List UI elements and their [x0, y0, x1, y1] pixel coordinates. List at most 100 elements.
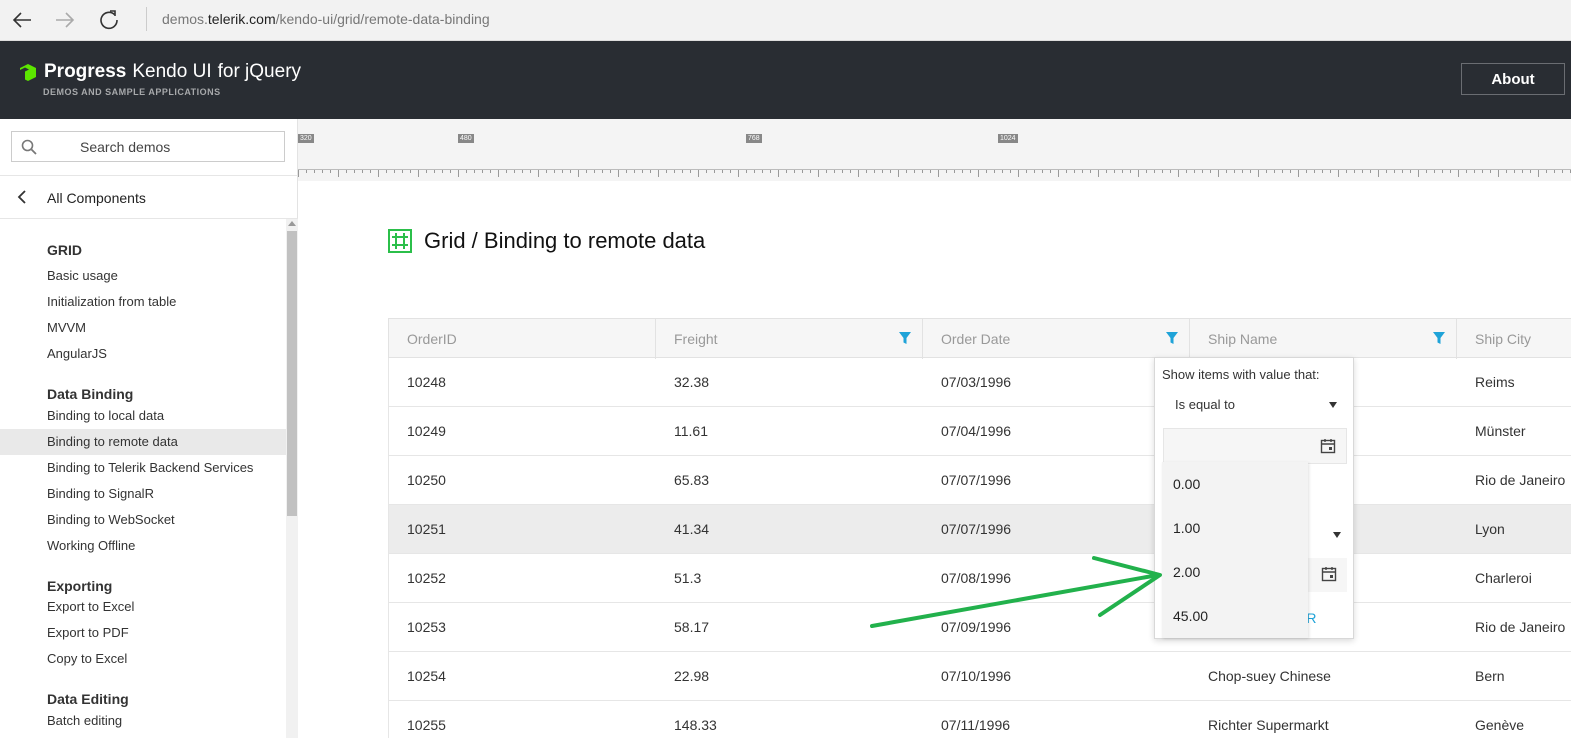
cell-orderid: 10251 [407, 521, 446, 537]
grid-icon [388, 229, 412, 253]
filter-icon[interactable] [1165, 331, 1179, 345]
section-title-exporting: Exporting [47, 578, 113, 594]
sidebar-scrollbar[interactable] [286, 219, 298, 738]
chevron-left-icon [17, 190, 26, 204]
dropdown-option[interactable]: 0.00 [1162, 462, 1308, 506]
column-label-ship-name: Ship Name [1208, 331, 1278, 347]
cell-freight: 22.98 [674, 668, 710, 684]
column-header-ship-city[interactable]: Ship City [1457, 319, 1571, 359]
address-separator [146, 7, 147, 31]
table-row[interactable]: 1024832.3807/03/1996erReims [388, 358, 1571, 407]
back-arrow-icon[interactable] [7, 6, 37, 34]
sidebar-item-binding-websocket[interactable]: Binding to WebSocket [0, 507, 286, 533]
cell-order-date: 07/04/1996 [941, 423, 1012, 439]
sidebar-item-angularjs[interactable]: AngularJS [0, 341, 286, 367]
chevron-down-icon[interactable] [1333, 532, 1341, 538]
filter-operator-select[interactable]: Is equal to [1163, 390, 1347, 420]
refresh-icon[interactable] [94, 6, 124, 34]
all-components-link[interactable]: All Components [0, 175, 298, 219]
cell-ship-city: Rio de Janeiro [1475, 619, 1566, 635]
product-suffix: for jQuery [217, 61, 302, 82]
ruler-label-768[interactable]: 768 [746, 134, 762, 143]
column-label-ship-city: Ship City [1475, 331, 1532, 347]
table-row[interactable]: 10250 65.83 07/07/1996 Rio de Janeiro [388, 456, 1571, 505]
cell-order-date: 07/11/1996 [941, 717, 1011, 733]
column-header-orderid[interactable]: OrderID [389, 319, 656, 359]
grid-header: OrderID Freight Order Date Ship Name Shi… [388, 318, 1571, 359]
section-title-grid: GRID [47, 242, 82, 258]
table-row[interactable]: 10253 58.17 07/09/1996 Rio de Janeiro [388, 603, 1571, 652]
url-text[interactable]: demos.telerik.com/kendo-ui/grid/remote-d… [162, 11, 490, 27]
sidebar-item-binding-signalr[interactable]: Binding to SignalR [0, 481, 286, 507]
sidebar-item-basic-usage[interactable]: Basic usage [0, 263, 286, 289]
url-domain: telerik.com [207, 11, 276, 27]
cell-orderid: 10255 [407, 717, 446, 733]
sidebar-item-binding-backend[interactable]: Binding to Telerik Backend Services [0, 455, 286, 481]
filter-value-input[interactable] [1163, 428, 1347, 464]
value-dropdown-list: 0.00 1.00 2.00 45.00 [1162, 462, 1308, 638]
cell-orderid: 10252 [407, 570, 446, 586]
cell-freight: 51.3 [674, 570, 702, 586]
cell-ship-city: Rio de Janeiro [1475, 472, 1566, 488]
scroll-thumb[interactable] [287, 231, 297, 516]
filter-icon[interactable] [898, 331, 912, 345]
filter-icon[interactable] [1432, 331, 1446, 345]
sidebar-item-copy-excel[interactable]: Copy to Excel [0, 646, 286, 672]
sidebar-item-working-offline[interactable]: Working Offline [0, 533, 286, 559]
table-row[interactable]: 10255 148.33 07/11/1996 Richter Supermarkt G… [388, 701, 1571, 738]
search-icon [21, 139, 37, 155]
table-row[interactable]: 10251 41.34 07/07/1996 Lyon [388, 505, 1571, 554]
table-row[interactable]: 10249 11.61 07/04/1996 Münster [388, 407, 1571, 456]
column-header-ship-name[interactable]: Ship Name [1190, 319, 1457, 359]
cell-order-date: 07/09/1996 [941, 619, 1012, 635]
section-title-data-editing: Data Editing [47, 691, 129, 707]
cell-orderid: 10254 [407, 668, 446, 684]
sidebar-item-initialization-from-table[interactable]: Initialization from table [0, 289, 286, 315]
product-name: Kendo UI [132, 61, 212, 82]
sidebar-item-mvvm[interactable]: MVVM [0, 315, 286, 341]
site-header: Progress Kendo UI for jQuery DEMOS AND SA… [0, 41, 1571, 119]
filter-message: Show items with value that: [1162, 367, 1320, 382]
cell-ship-city: Bern [1475, 668, 1505, 684]
cell-orderid: 10253 [407, 619, 446, 635]
dropdown-option[interactable]: 45.00 [1162, 594, 1308, 638]
sidebar-item-export-excel[interactable]: Export to Excel [0, 594, 286, 620]
tagline: DEMOS AND SAMPLE APPLICATIONS [43, 87, 221, 97]
about-button[interactable]: About [1461, 63, 1565, 95]
all-components-label: All Components [47, 190, 146, 206]
dropdown-option[interactable]: 1.00 [1162, 506, 1308, 550]
sidebar-item-binding-local[interactable]: Binding to local data [0, 403, 286, 429]
url-path: /kendo-ui/grid/remote-data-binding [275, 11, 490, 27]
url-prefix: demos. [162, 11, 208, 27]
cell-orderid: 10249 [407, 423, 446, 439]
cell-ship-name: Richter Supermarkt [1208, 717, 1329, 733]
calendar-icon[interactable] [1321, 566, 1337, 582]
search-input[interactable]: Search demos [11, 131, 285, 162]
table-row[interactable]: 10252 51.3 07/08/1996 Charleroi [388, 554, 1571, 603]
ruler-label-480[interactable]: 480 [458, 134, 474, 143]
page-title-text: Grid / Binding to remote data [424, 228, 706, 253]
cell-order-date: 07/08/1996 [941, 570, 1012, 586]
sidebar-item-binding-remote[interactable]: Binding to remote data [0, 429, 286, 455]
table-row[interactable]: 10254 22.98 07/10/1996 Chop-suey Chinese Ber… [388, 652, 1571, 701]
kendo-logo[interactable]: Progress Kendo UI for jQuery DEMOS AND SA… [18, 61, 302, 97]
column-header-freight[interactable]: Freight [656, 319, 923, 359]
main-content: 320 480 768 1024 Grid / Binding to remot… [298, 119, 1571, 738]
cell-orderid: 10248 [407, 374, 446, 390]
sidebar-item-export-pdf[interactable]: Export to PDF [0, 620, 286, 646]
page-title: Grid / Binding to remote data [388, 228, 705, 254]
ruler-label-320[interactable]: 320 [298, 134, 314, 143]
sidebar-item-batch-editing[interactable]: Batch editing [0, 708, 286, 734]
cell-ship-city: Genève [1475, 717, 1525, 733]
cell-freight: 32.38 [674, 374, 710, 390]
scroll-up-icon[interactable] [288, 221, 296, 226]
calendar-icon[interactable] [1320, 438, 1336, 454]
column-header-order-date[interactable]: Order Date [923, 319, 1190, 359]
forward-arrow-icon[interactable] [50, 6, 80, 34]
ruler-label-1024[interactable]: 1024 [998, 134, 1018, 143]
dropdown-option[interactable]: 2.00 [1162, 550, 1308, 594]
brand-name: Progress [44, 61, 127, 82]
filter-second-value-input[interactable] [1305, 558, 1347, 592]
cell-ship-name: Chop-suey Chinese [1208, 668, 1331, 684]
column-label-orderid: OrderID [407, 331, 457, 347]
